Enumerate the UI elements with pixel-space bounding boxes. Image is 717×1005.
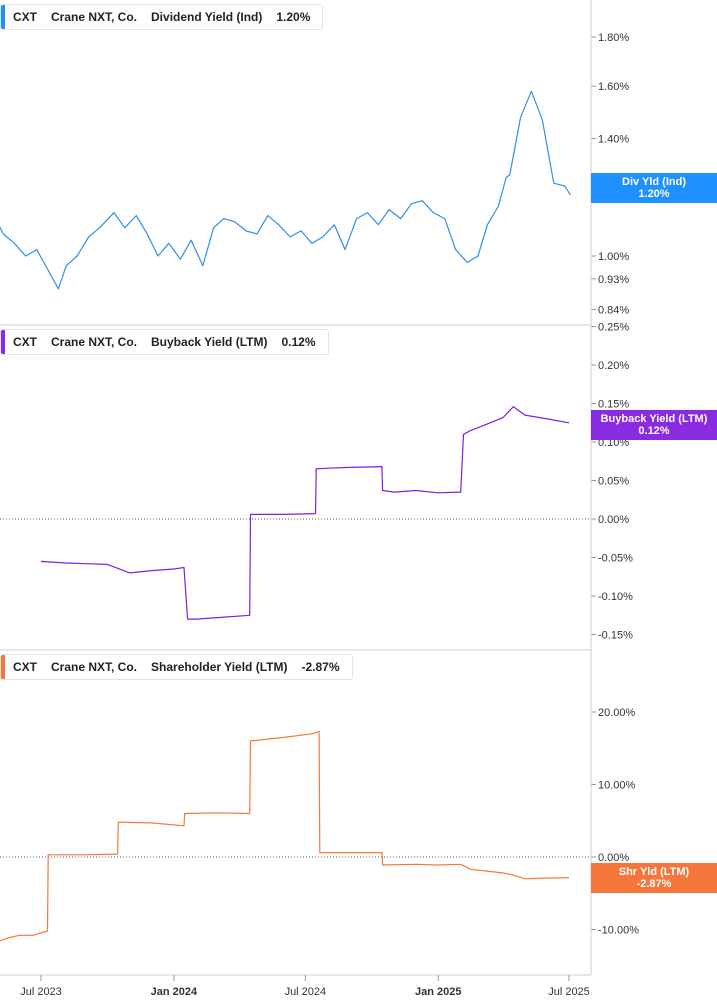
legend-dividend: CXT Crane NXT, Co. Dividend Yield (Ind) … xyxy=(0,4,324,30)
legend-metric: Shareholder Yield (LTM) xyxy=(151,660,288,674)
x-tick-label: Jul 2023 xyxy=(20,986,62,998)
value-tag-dividend: Div Yld (Ind) 1.20% xyxy=(591,173,717,203)
value-tag-shareholder: Shr Yld (LTM) -2.87% xyxy=(591,863,717,893)
y-tick-label: 0.20% xyxy=(598,360,629,372)
legend-shareholder: CXT Crane NXT, Co. Shareholder Yield (LT… xyxy=(0,654,353,680)
y-tick-label: -10.00% xyxy=(598,925,639,937)
legend-ticker: CXT xyxy=(13,10,37,24)
legend-company: Crane NXT, Co. xyxy=(51,10,138,24)
value-tag-value: 0.12% xyxy=(638,425,670,437)
legend-ticker: CXT xyxy=(13,660,37,674)
legend-value: -2.87% xyxy=(301,660,340,674)
legend-metric: Buyback Yield (LTM) xyxy=(151,335,268,349)
legend-color-buyback xyxy=(1,330,5,354)
y-tick-label: -0.05% xyxy=(598,553,633,565)
x-tick-label: Jul 2025 xyxy=(548,986,590,998)
y-tick-label: 0.25% xyxy=(598,322,629,334)
y-tick-label: -0.10% xyxy=(598,591,633,603)
y-tick-label: 10.00% xyxy=(598,780,636,792)
value-tag-buyback: Buyback Yield (LTM) 0.12% xyxy=(591,410,717,440)
legend-metric: Dividend Yield (Ind) xyxy=(151,10,263,24)
series-line-shareholder xyxy=(0,731,570,942)
legend-color-shareholder xyxy=(1,655,5,679)
y-tick-label: -0.15% xyxy=(598,630,633,642)
legend-buyback: CXT Crane NXT, Co. Buyback Yield (LTM) 0… xyxy=(0,329,329,355)
y-tick-label: 1.60% xyxy=(598,81,629,93)
x-tick-label: Jan 2024 xyxy=(151,986,198,998)
charts-canvas: 1.80% 1.60% 1.40% 1.00% 0.93% 0.84% 0.25% 0.20%… xyxy=(0,0,639,998)
y-tick-label: 20.00% xyxy=(598,707,636,719)
value-tag-title: Div Yld (Ind) xyxy=(622,176,686,188)
x-tick-label: Jul 2024 xyxy=(285,986,327,998)
y-tick-label: 0.15% xyxy=(598,399,629,411)
value-tag-title: Shr Yld (LTM) xyxy=(618,866,690,878)
legend-value: 1.20% xyxy=(276,10,311,24)
legend-company: Crane NXT, Co. xyxy=(51,335,138,349)
y-tick-label: 1.00% xyxy=(598,251,629,263)
x-tick-label: Jan 2025 xyxy=(415,986,461,998)
y-tick-label: 1.40% xyxy=(598,134,629,146)
y-tick-label: 0.84% xyxy=(598,305,629,317)
value-tag-value: -2.87% xyxy=(636,878,672,890)
series-line-dividend xyxy=(0,90,571,290)
value-tag-title: Buyback Yield (LTM) xyxy=(600,413,708,425)
y-tick-label: 0.93% xyxy=(598,274,629,286)
y-tick-label: 0.00% xyxy=(598,514,629,526)
value-tag-value: 1.20% xyxy=(638,188,670,200)
legend-company: Crane NXT, Co. xyxy=(51,660,138,674)
legend-color-dividend xyxy=(1,5,5,29)
y-tick-label: 1.80% xyxy=(598,32,629,44)
y-tick-label: 0.05% xyxy=(598,476,629,488)
series-line-buyback xyxy=(40,406,570,620)
legend-ticker: CXT xyxy=(13,335,37,349)
legend-value: 0.12% xyxy=(281,335,316,349)
